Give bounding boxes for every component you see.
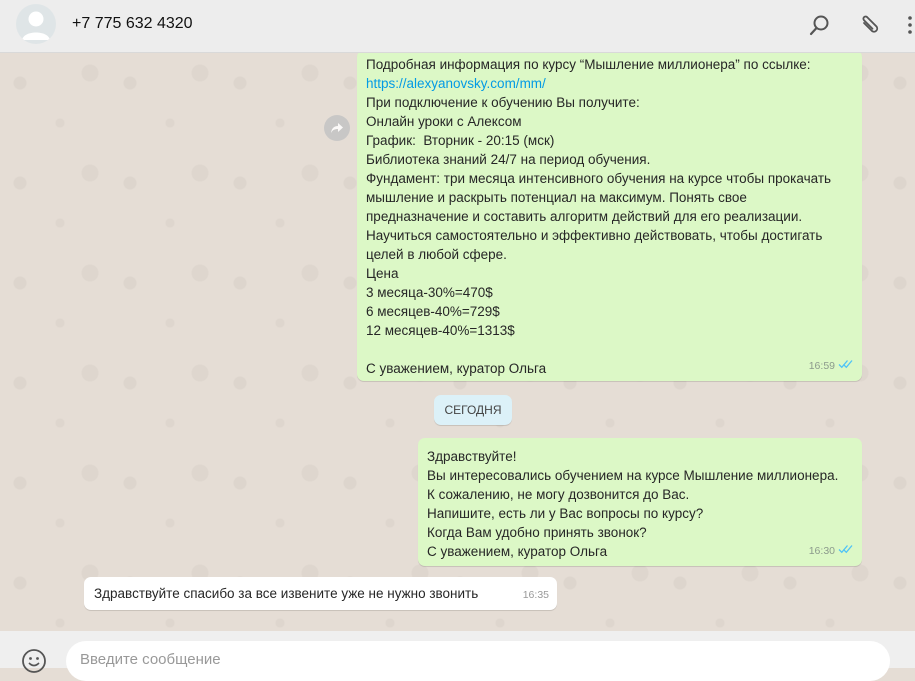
double-check-icon: [838, 357, 854, 376]
contact-name[interactable]: +7 775 632 4320: [72, 15, 193, 33]
chat-header: +7 775 632 4320: [0, 0, 915, 53]
emoji-icon[interactable]: [21, 648, 47, 674]
message-text: С уважением, куратор Ольга: [427, 544, 608, 559]
message-text: 6 месяцев-40%=729$: [366, 304, 500, 319]
message-text: Вы интересовались обучением на курсе Мыш…: [427, 468, 839, 483]
message-text: 12 месяцев-40%=1313$: [366, 323, 515, 338]
message-text: предназначение и составить алгоритм дейс…: [366, 209, 803, 224]
message-text: Фундамент: три месяца интенсивного обуче…: [366, 171, 832, 186]
message-text: С уважением, куратор Ольга: [366, 361, 547, 376]
composer-bar: [0, 631, 915, 681]
message-text: К сожалению, не могу дозвонится до Вас.: [427, 487, 690, 502]
message-time: 16:30: [808, 545, 835, 557]
message-time: 16:35: [522, 589, 549, 601]
message-input-container: [66, 641, 890, 681]
message-text: Библиотека знаний 24/7 на период обучени…: [366, 152, 651, 167]
message-text: Цена: [366, 266, 399, 281]
message-text: 3 месяца-30%=470$: [366, 285, 493, 300]
message-text: Здравствуйте!: [427, 449, 517, 464]
attach-icon[interactable]: [857, 13, 881, 37]
message-time: 16:59: [808, 360, 835, 372]
avatar-icon[interactable]: [16, 4, 56, 44]
chat-area: Подробная информация по курсу “Мышление …: [0, 53, 915, 631]
message-text: [366, 340, 854, 359]
message-link[interactable]: https://alexyanovsky.com/mm/: [366, 74, 854, 93]
forward-icon[interactable]: [324, 115, 350, 141]
search-icon[interactable]: [808, 13, 832, 37]
message-text: Когда Вам удобно принять звонок?: [427, 525, 647, 540]
message-text: целей в любой сфере.: [366, 247, 507, 262]
message-bubble-outgoing[interactable]: Здравствуйте! Вы интересовались обучение…: [418, 438, 862, 566]
message-meta: 16:35: [523, 586, 549, 605]
message-text: Научиться самостоятельно и эффективно де…: [366, 228, 823, 243]
message-text: Здравствуйте спасибо за все извените уже…: [94, 586, 479, 601]
message-input[interactable]: [80, 651, 876, 668]
message-text: График: Вторник - 20:15 (мск): [366, 133, 555, 148]
menu-icon[interactable]: [902, 13, 915, 37]
message-text: Онлайн уроки с Алексом: [366, 114, 522, 129]
message-bubble-incoming[interactable]: Здравствуйте спасибо за все извените уже…: [84, 577, 557, 610]
message-bubble-outgoing[interactable]: Подробная информация по курсу “Мышление …: [357, 53, 862, 381]
message-meta: 16:30: [809, 542, 854, 561]
double-check-icon: [838, 542, 854, 561]
message-text: Напишите, есть ли у Вас вопросы по курсу…: [427, 506, 704, 521]
message-text: Подробная информация по курсу “Мышление …: [366, 57, 811, 72]
message-meta: 16:59: [809, 357, 854, 376]
message-text: мышление и раскрыть потенциал на максиму…: [366, 190, 747, 205]
date-divider: СЕГОДНЯ: [434, 395, 512, 425]
message-text: При подключение к обучению Вы получите:: [366, 95, 640, 110]
